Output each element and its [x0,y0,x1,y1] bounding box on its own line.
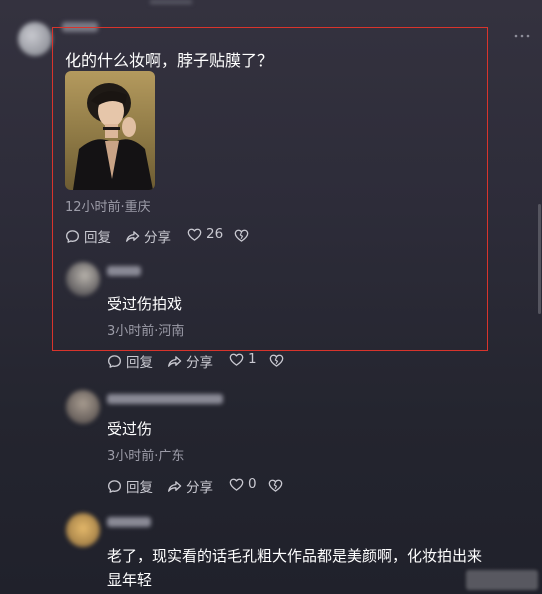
reply-text: 受过伤拍戏 [107,295,183,313]
reply-text-line1: 老了，现实看的话毛孔粗大作品都是美颜啊，化妆拍出来 [107,547,483,565]
share-label: 分享 [144,230,171,246]
like-count: 26 [206,226,224,242]
reply-username[interactable] [107,394,223,404]
reply-button[interactable]: 回复 [107,476,153,496]
scrollbar[interactable] [538,204,541,314]
watermark [466,570,538,590]
like-count: 1 [248,351,257,367]
share-button[interactable]: 分享 [167,351,213,371]
share-arrow-icon [168,480,182,492]
more-dots-icon[interactable] [514,33,530,39]
comment-bubble-icon [66,229,79,243]
like-button[interactable]: 0 [229,476,257,492]
heart-icon [229,478,244,491]
reply-meta: 3小时前·河南 [107,324,185,339]
main-comment-text: 化的什么妆啊，脖子贴膜了？ [65,51,274,70]
reply-text: 受过伤 [107,420,153,438]
reply-text-line2: 显年轻 [107,571,153,589]
broken-heart-icon[interactable] [269,353,284,368]
share-arrow-icon [168,355,182,367]
top-fragment [150,0,192,4]
share-button[interactable]: 分享 [167,476,213,496]
person-photo-illustration [73,83,153,190]
heart-icon [187,228,202,241]
reply-avatar[interactable] [66,513,100,547]
main-comment-meta: 12小时前·重庆 [65,200,151,215]
like-button[interactable]: 1 [229,351,257,367]
share-arrow-icon [126,230,140,242]
reply-username[interactable] [107,517,151,527]
reply-button[interactable]: 回复 [107,351,153,371]
heart-icon [229,353,244,366]
reply-label: 回复 [126,480,153,496]
share-label: 分享 [186,480,213,496]
broken-heart-icon[interactable] [268,478,283,493]
like-count: 0 [248,476,257,492]
share-button[interactable]: 分享 [125,226,171,246]
reply-button[interactable]: 回复 [65,226,111,246]
comment-bubble-icon [108,354,121,368]
reply-username[interactable] [107,266,141,276]
share-label: 分享 [186,355,213,371]
comment-photo[interactable] [65,71,155,190]
reply-label: 回复 [126,355,153,371]
avatar[interactable] [18,22,52,56]
reply-avatar[interactable] [66,390,100,424]
broken-heart-icon[interactable] [234,228,249,243]
comment-bubble-icon [108,479,121,493]
reply-label: 回复 [84,230,111,246]
reply-meta: 3小时前·广东 [107,449,185,464]
like-button[interactable]: 26 [187,226,223,242]
reply-avatar[interactable] [66,262,100,296]
